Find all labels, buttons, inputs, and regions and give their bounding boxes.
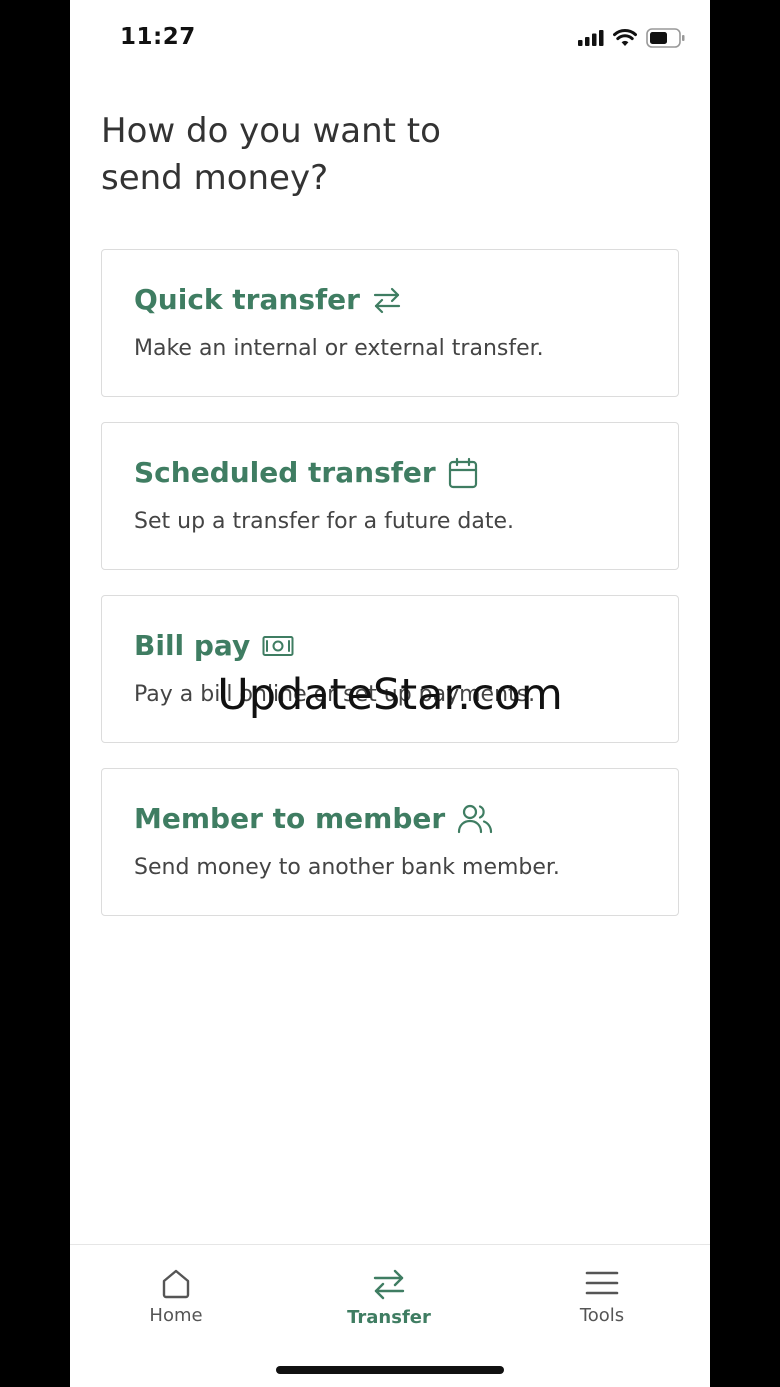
option-title: Bill pay [134,629,251,662]
option-title-row: Bill pay [134,629,294,662]
home-icon [162,1269,190,1299]
member-to-member-option[interactable]: Member to member Send money to another b… [101,768,679,916]
option-description: Set up a transfer for a future date. [134,509,515,534]
phone-screen: 11:27 How do you want to send money? Qui… [70,0,710,1387]
tab-label: Home [149,1305,203,1326]
option-description: Send money to another bank member. [134,855,560,880]
option-description: Pay a bill online or set up payments. [134,682,536,707]
menu-icon [585,1271,619,1295]
option-title-row: Quick transfer [134,283,402,316]
status-icons [578,28,686,48]
transfer-arrows-icon [372,285,402,315]
scheduled-transfer-option[interactable]: Scheduled transfer Set up a transfer for… [101,422,679,570]
page-title: How do you want to send money? [101,111,441,198]
signal-icon [578,30,604,46]
option-title-row: Member to member [134,802,493,835]
option-title: Member to member [134,802,446,835]
users-icon [457,803,493,835]
send-options-list: Quick transfer Make an internal or exter… [101,249,679,941]
option-description: Make an internal or external transfer. [134,336,544,361]
battery-icon [646,28,685,48]
tab-tools[interactable]: Tools [532,1267,672,1326]
tab-label: Transfer [347,1307,431,1328]
status-time: 11:27 [120,24,196,50]
cash-icon [262,635,294,657]
tab-label: Tools [579,1305,625,1326]
calendar-icon [448,457,478,489]
tab-home[interactable]: Home [106,1267,246,1326]
option-title: Quick transfer [134,283,360,316]
bill-pay-option[interactable]: Bill pay Pay a bill online or set up pay… [101,595,679,743]
tab-transfer[interactable]: Transfer [319,1267,459,1328]
home-indicator [276,1366,504,1374]
transfer-arrows-icon [373,1269,405,1300]
wifi-icon [613,29,637,46]
option-title: Scheduled transfer [134,456,436,489]
option-title-row: Scheduled transfer [134,456,478,489]
status-bar: 11:27 [70,0,710,78]
quick-transfer-option[interactable]: Quick transfer Make an internal or exter… [101,249,679,397]
